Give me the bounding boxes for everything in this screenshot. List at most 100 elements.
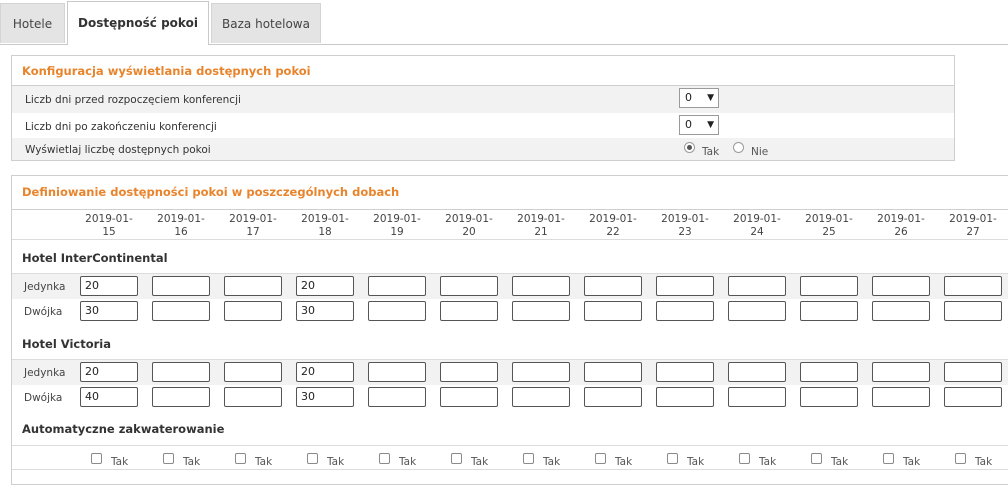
auto-accommodation-checkbox[interactable] bbox=[595, 453, 606, 464]
availability-input[interactable] bbox=[800, 276, 858, 296]
availability-input[interactable] bbox=[728, 387, 786, 407]
availability-input[interactable] bbox=[368, 362, 426, 382]
availability-input[interactable] bbox=[224, 362, 282, 382]
date-header: 2019-01- 16 bbox=[145, 213, 217, 239]
availability-input[interactable]: 20 bbox=[296, 362, 354, 382]
availability-input[interactable] bbox=[728, 276, 786, 296]
availability-input[interactable] bbox=[872, 276, 930, 296]
availability-input[interactable] bbox=[656, 301, 714, 321]
availability-input[interactable] bbox=[440, 362, 498, 382]
date-header-day: 26 bbox=[894, 226, 908, 238]
auto-accommodation-label: Tak bbox=[615, 456, 633, 468]
availability-input[interactable] bbox=[368, 301, 426, 321]
date-header: 2019-01- 20 bbox=[433, 213, 505, 239]
availability-input[interactable] bbox=[728, 362, 786, 382]
auto-accommodation-checkbox[interactable] bbox=[379, 453, 390, 464]
auto-accommodation-label: Tak bbox=[831, 456, 849, 468]
availability-input[interactable] bbox=[224, 301, 282, 321]
date-header: 2019-01- 18 bbox=[289, 213, 361, 239]
availability-input[interactable]: 30 bbox=[296, 387, 354, 407]
availability-input[interactable] bbox=[584, 301, 642, 321]
days-before-select[interactable]: 0 ▼ bbox=[679, 88, 719, 108]
radio-nie[interactable] bbox=[733, 142, 744, 153]
config-row-days-before: Liczb dni przed rozpoczęciem konferencji… bbox=[12, 86, 954, 113]
auto-accommodation-title: Automatyczne zakwaterowanie bbox=[22, 422, 225, 436]
availability-input[interactable] bbox=[512, 362, 570, 382]
date-header-prefix: 2019-01- bbox=[733, 213, 781, 225]
availability-input[interactable] bbox=[368, 276, 426, 296]
auto-accommodation-checkbox[interactable] bbox=[811, 453, 822, 464]
availability-input[interactable] bbox=[872, 387, 930, 407]
tab-dostepnosc-pokoi[interactable]: Dostępność pokoi bbox=[67, 1, 209, 45]
auto-accommodation-checkbox[interactable] bbox=[523, 453, 534, 464]
date-header-prefix: 2019-01- bbox=[877, 213, 925, 225]
availability-input[interactable] bbox=[656, 276, 714, 296]
auto-accommodation-checkbox[interactable] bbox=[91, 453, 102, 464]
availability-input[interactable]: 20 bbox=[296, 276, 354, 296]
availability-input[interactable] bbox=[512, 276, 570, 296]
availability-input[interactable] bbox=[872, 362, 930, 382]
availability-input[interactable] bbox=[440, 387, 498, 407]
availability-input[interactable] bbox=[944, 276, 1002, 296]
room-type-label: Jedynka bbox=[24, 367, 66, 379]
availability-input[interactable] bbox=[368, 387, 426, 407]
tab-bar: Hotele Dostępność pokoi Baza hotelowa bbox=[0, 0, 1008, 45]
definitions-panel-title: Definiowanie dostępności pokoi w poszcze… bbox=[22, 185, 400, 199]
auto-accommodation-checkbox[interactable] bbox=[667, 453, 678, 464]
auto-accommodation-label: Tak bbox=[975, 456, 993, 468]
days-after-select[interactable]: 0 ▼ bbox=[679, 115, 719, 135]
tab-baza-hotelowa[interactable]: Baza hotelowa bbox=[211, 3, 321, 43]
date-header: 2019-01- 25 bbox=[793, 213, 865, 239]
date-header-prefix: 2019-01- bbox=[229, 213, 277, 225]
date-header: 2019-01- 19 bbox=[361, 213, 433, 239]
availability-input[interactable] bbox=[656, 387, 714, 407]
availability-input[interactable] bbox=[440, 301, 498, 321]
availability-input[interactable]: 30 bbox=[296, 301, 354, 321]
availability-input[interactable] bbox=[152, 276, 210, 296]
config-panel-title: Konfiguracja wyświetlania dostępnych pok… bbox=[22, 64, 311, 78]
table-row: Dwójka 30 30 bbox=[12, 299, 1008, 324]
availability-input[interactable] bbox=[152, 362, 210, 382]
date-header-day: 19 bbox=[390, 226, 404, 238]
availability-input[interactable] bbox=[656, 362, 714, 382]
divider bbox=[12, 239, 1008, 240]
auto-accommodation-checkbox[interactable] bbox=[955, 453, 966, 464]
availability-input[interactable] bbox=[944, 387, 1002, 407]
availability-input[interactable] bbox=[728, 301, 786, 321]
auto-accommodation-checkbox[interactable] bbox=[235, 453, 246, 464]
tab-hotele[interactable]: Hotele bbox=[0, 3, 65, 43]
availability-input[interactable] bbox=[152, 387, 210, 407]
auto-accommodation-checkbox[interactable] bbox=[163, 453, 174, 464]
date-header: 2019-01- 27 bbox=[937, 213, 1008, 239]
availability-input[interactable] bbox=[584, 276, 642, 296]
availability-input[interactable] bbox=[440, 276, 498, 296]
auto-accommodation-checkbox[interactable] bbox=[307, 453, 318, 464]
availability-input[interactable]: 30 bbox=[80, 301, 138, 321]
availability-input[interactable] bbox=[584, 387, 642, 407]
availability-input[interactable] bbox=[512, 387, 570, 407]
availability-input[interactable]: 20 bbox=[80, 276, 138, 296]
availability-input[interactable] bbox=[800, 301, 858, 321]
availability-input[interactable] bbox=[224, 276, 282, 296]
availability-input[interactable] bbox=[584, 362, 642, 382]
auto-accommodation-checkbox[interactable] bbox=[883, 453, 894, 464]
availability-input[interactable] bbox=[512, 301, 570, 321]
auto-accommodation-label: Tak bbox=[255, 456, 273, 468]
availability-input[interactable] bbox=[944, 301, 1002, 321]
date-header-day: 24 bbox=[750, 226, 764, 238]
auto-accommodation-label: Tak bbox=[543, 456, 561, 468]
auto-accommodation-checkbox[interactable] bbox=[451, 453, 462, 464]
date-header-day: 21 bbox=[534, 226, 548, 238]
auto-accommodation-checkbox[interactable] bbox=[739, 453, 750, 464]
availability-input[interactable] bbox=[152, 301, 210, 321]
availability-input[interactable] bbox=[800, 362, 858, 382]
availability-input[interactable] bbox=[944, 362, 1002, 382]
availability-input[interactable]: 20 bbox=[80, 362, 138, 382]
availability-input[interactable] bbox=[800, 387, 858, 407]
chevron-down-icon: ▼ bbox=[707, 93, 714, 103]
availability-input[interactable] bbox=[872, 301, 930, 321]
availability-input[interactable]: 40 bbox=[80, 387, 138, 407]
availability-input[interactable] bbox=[224, 387, 282, 407]
date-header: 2019-01- 23 bbox=[649, 213, 721, 239]
radio-tak[interactable] bbox=[684, 142, 695, 153]
